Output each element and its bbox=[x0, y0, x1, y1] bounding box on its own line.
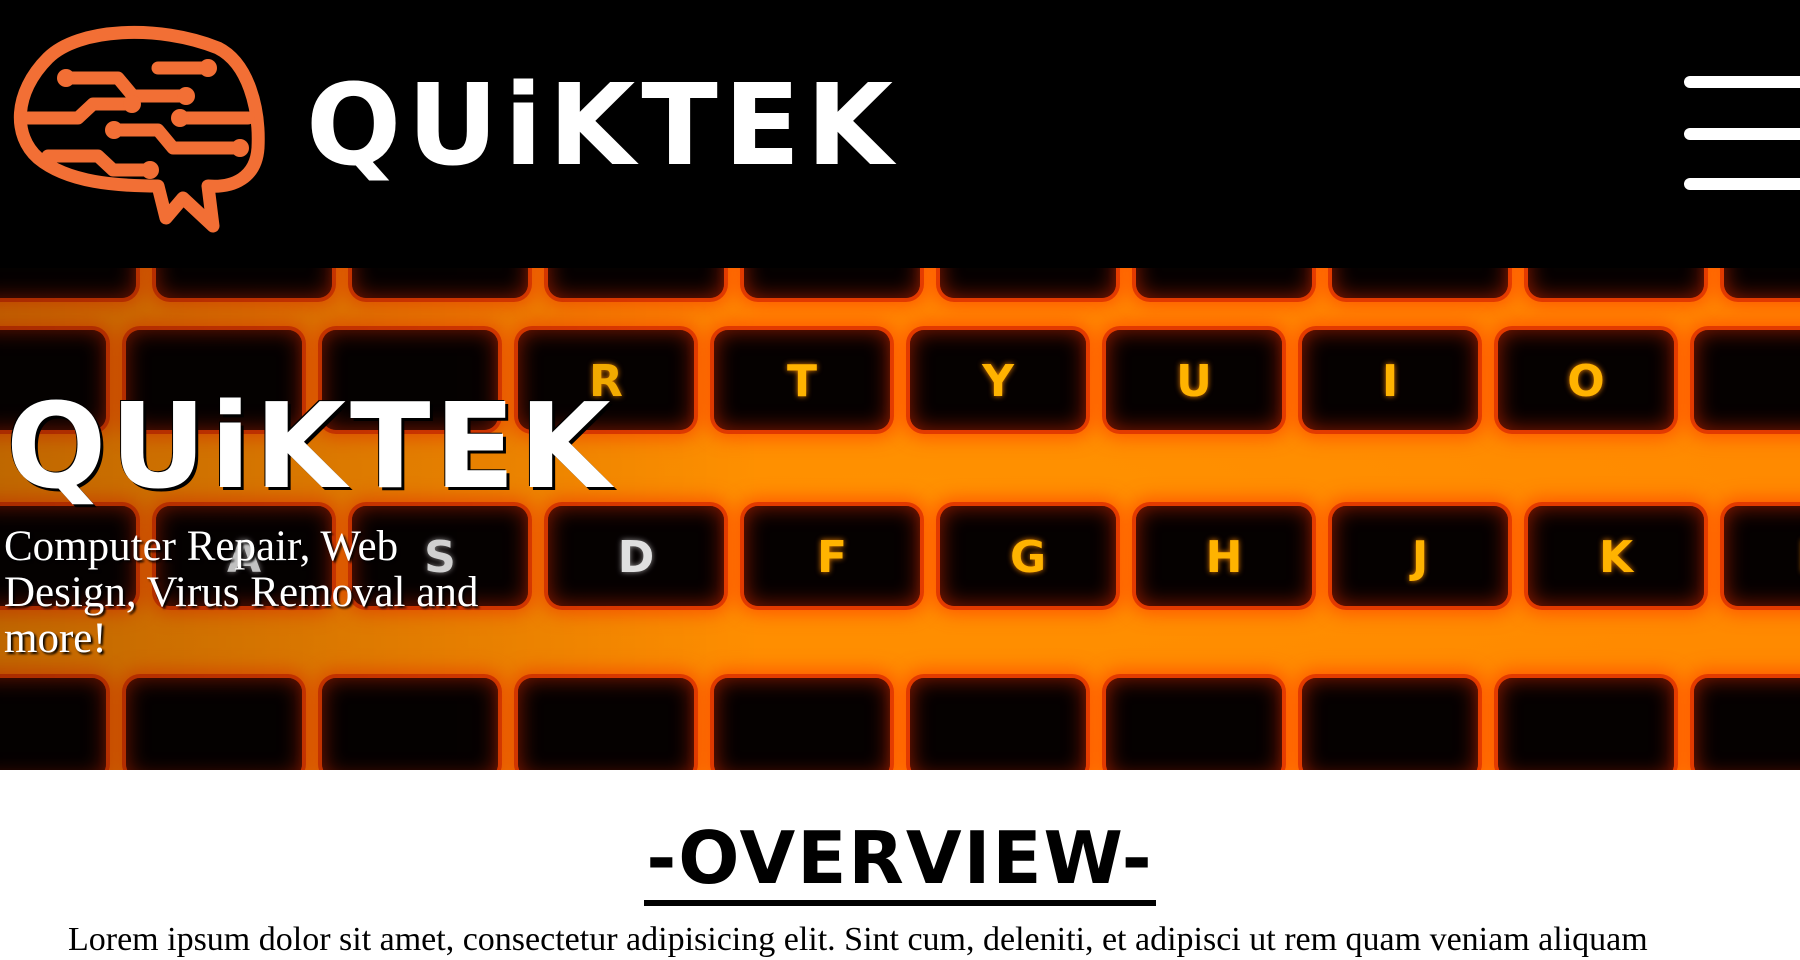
keyboard-key: K bbox=[1528, 506, 1704, 606]
keyboard-key-label: O bbox=[1567, 356, 1605, 407]
brain-circuit-icon[interactable] bbox=[8, 18, 266, 234]
keyboard-key-label: H bbox=[1205, 532, 1243, 583]
keyboard-key: G bbox=[940, 506, 1116, 606]
keyboard-key bbox=[910, 678, 1086, 770]
overview-text: Lorem ipsum dolor sit amet, consectetur … bbox=[68, 921, 1648, 958]
keyboard-key-label: I bbox=[1381, 356, 1399, 407]
keyboard-key bbox=[1694, 678, 1800, 770]
keyboard-key: O bbox=[1498, 330, 1674, 430]
keyboard-key bbox=[940, 268, 1116, 298]
keyboard-key bbox=[1528, 268, 1704, 298]
site-header: QUiKTEK bbox=[0, 0, 1800, 268]
overview-heading-text: -OVERVIEW- bbox=[644, 816, 1156, 906]
hero-banner: RTYUIO ASDFGHJKL QUiKTEK Computer Repair… bbox=[0, 268, 1800, 770]
keyboard-key bbox=[1694, 330, 1800, 430]
keyboard-key: F bbox=[744, 506, 920, 606]
keyboard-key: I bbox=[1302, 330, 1478, 430]
brand-wordmark[interactable]: QUiKTEK bbox=[306, 66, 899, 186]
hero-shade bbox=[0, 268, 760, 770]
keyboard-key: H bbox=[1136, 506, 1312, 606]
hero-tagline: Computer Repair, Web Design, Virus Remov… bbox=[4, 523, 479, 662]
keyboard-key bbox=[1498, 678, 1674, 770]
hero-title: QUiKTEK bbox=[6, 377, 615, 515]
keyboard-key bbox=[1302, 678, 1478, 770]
menu-button[interactable] bbox=[1680, 74, 1800, 192]
keyboard-key-label: L bbox=[1724, 532, 1800, 583]
keyboard-key bbox=[1332, 268, 1508, 298]
keyboard-key bbox=[1136, 268, 1312, 298]
keyboard-key-label: F bbox=[816, 532, 848, 583]
keyboard-key-label: J bbox=[1411, 532, 1429, 583]
keyboard-key bbox=[1724, 268, 1800, 298]
keyboard-key: Y bbox=[910, 330, 1086, 430]
keyboard-key: U bbox=[1106, 330, 1282, 430]
hamburger-menu-icon bbox=[1684, 76, 1800, 88]
keyboard-key: L bbox=[1724, 506, 1800, 606]
hamburger-menu-icon bbox=[1684, 128, 1800, 140]
keyboard-key-label: Y bbox=[982, 356, 1014, 407]
overview-heading: -OVERVIEW- bbox=[0, 816, 1800, 906]
hamburger-menu-icon bbox=[1684, 178, 1800, 190]
keyboard-key-label: K bbox=[1598, 532, 1634, 583]
keyboard-key bbox=[1106, 678, 1282, 770]
keyboard-key bbox=[744, 268, 920, 298]
keyboard-key-label: U bbox=[1176, 356, 1212, 407]
keyboard-key: J bbox=[1332, 506, 1508, 606]
keyboard-key-label: G bbox=[1009, 532, 1047, 583]
